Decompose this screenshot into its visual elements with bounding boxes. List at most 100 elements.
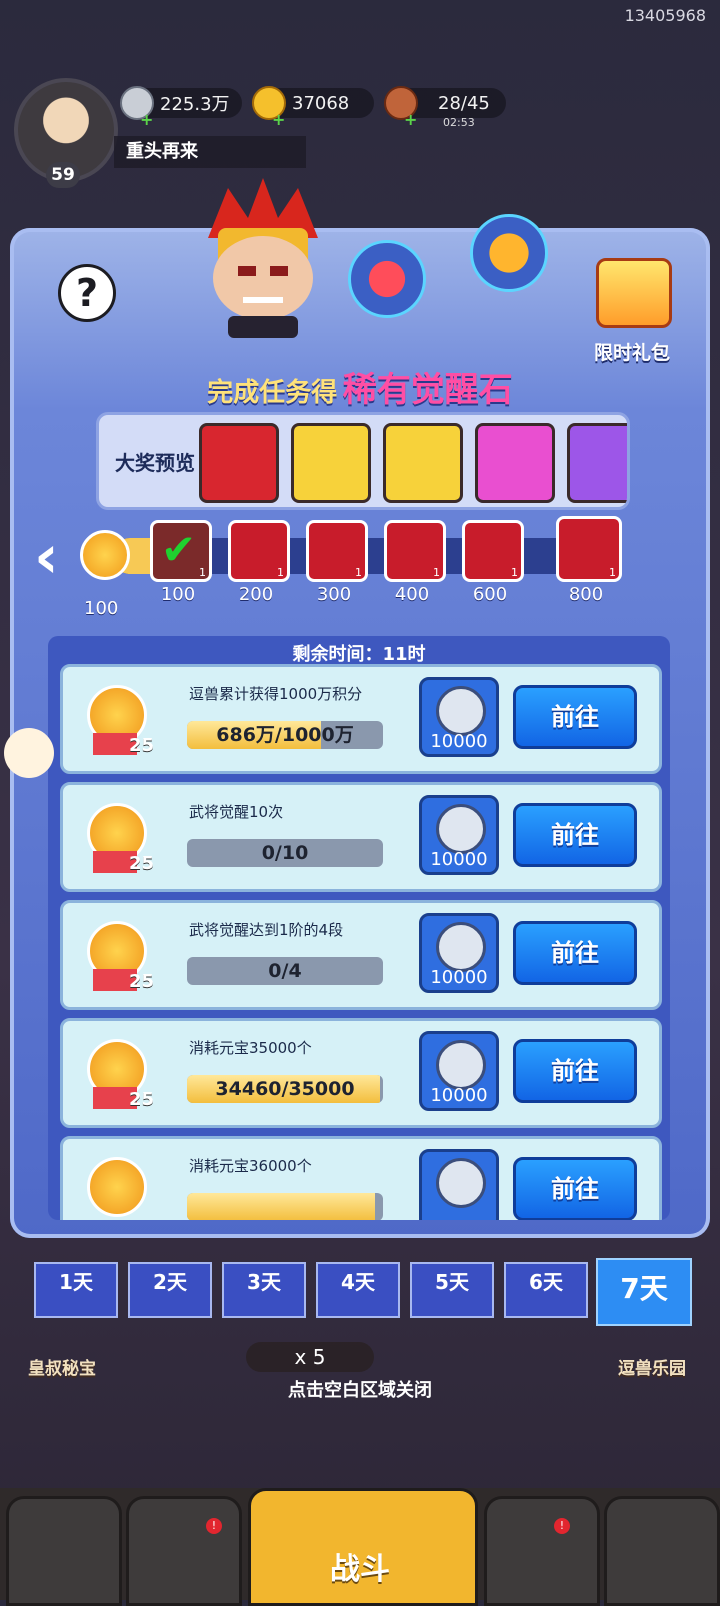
back-arrow-icon[interactable]: ‹ [34,524,74,590]
go-button[interactable]: 前往 [513,803,637,867]
tab-day-5[interactable]: 5天 [410,1262,494,1318]
task-progress-text: 0/10 [261,842,309,864]
task-progress-fill [187,1193,376,1220]
hero-character-illustration [208,178,318,338]
reward-silver-coins[interactable] [419,1149,499,1220]
task-row: 25 逗兽累计获得1000万积分 686万/1000万 10000 前往 [60,664,662,774]
milestone-count: 1 [433,566,440,579]
reward-silver-coins[interactable]: 10000 [419,677,499,757]
reward-quantity: 10000 [430,731,488,752]
add-silver-icon[interactable]: + [140,110,153,129]
task-row: 消耗元宝36000个 前往 [60,1136,662,1220]
task-progress-bar: 0/10 [187,839,383,867]
reward-silver-coins[interactable]: 10000 [419,913,499,993]
nav-fight-label: 战斗 [330,1552,390,1587]
reward-silver-coins[interactable]: 10000 [419,795,499,875]
milestone-reward-chest[interactable]: 1 [556,516,622,582]
task-progress-text: 34460/35000 [215,1078,355,1100]
player-level: 59 [46,162,80,188]
red-awakening-stone-icon [348,240,426,318]
tab-day-7[interactable]: 7天 [596,1258,692,1326]
remaining-time: 剩余时间：11时 [292,644,426,665]
milestone-reward-chest[interactable]: 1 [228,520,290,582]
restart-label[interactable]: 重头再来 [114,136,306,168]
tab-day-2[interactable]: 2天 [128,1262,212,1318]
hero-portrait-prize-1[interactable] [291,423,371,503]
tab-day-6[interactable]: 6天 [504,1262,588,1318]
treasure-chest-icon[interactable] [596,258,672,328]
task-description: 消耗元宝36000个 [189,1157,312,1175]
task-progress-bar: 686万/1000万 [187,721,383,749]
task-progress-bar: 0/4 [187,957,383,985]
task-description: 消耗元宝35000个 [189,1039,312,1057]
go-button[interactable]: 前往 [513,1157,637,1220]
milestone-count: 1 [609,566,616,579]
silver-coin-icon [436,1158,486,1208]
task-progress-text: 0/4 [268,960,302,982]
nav-upgrade[interactable] [604,1496,720,1606]
milestone-count: 1 [199,566,206,579]
silver-coin-icon [436,1040,486,1090]
orange-awakening-stone-icon [470,214,548,292]
nav-shop[interactable] [6,1496,122,1606]
milestone-reward-sword[interactable]: 1 [306,520,368,582]
silver-coin-icon [436,922,486,972]
task-progress-bar: 34460/35000 [187,1075,383,1103]
milestone-value: 400 [394,584,430,605]
stamina-resource[interactable]: 28/45 + [384,86,506,129]
hero-portrait-prize-2[interactable] [383,423,463,503]
reward-quantity: 10000 [430,849,488,870]
notification-badge: ! [206,1518,222,1534]
notification-badge: ! [554,1518,570,1534]
tab-day-3[interactable]: 3天 [222,1262,306,1318]
go-button[interactable]: 前往 [513,685,637,749]
reward-silver-coins[interactable]: 10000 [419,1031,499,1111]
task-description: 武将觉醒10次 [189,803,284,821]
milestone-value: 100 [160,584,196,605]
silver-amount: 225.3万 [160,94,230,115]
milestone-value: 300 [316,584,352,605]
task-points: 25 [129,1089,155,1110]
nav-heroes[interactable] [484,1496,600,1606]
hero-portrait-prize-3[interactable] [475,423,555,503]
puzzle-piece-prize-icon[interactable] [199,423,279,503]
close-hint[interactable]: 点击空白区域关闭 [0,1376,720,1402]
milestone-count: 1 [355,566,362,579]
event-title-prefix: 完成任务得 [207,378,338,408]
milestone-reward-chest[interactable]: 1 [384,520,446,582]
milestone-count: 1 [277,566,284,579]
tab-day-4[interactable]: 4天 [316,1262,400,1318]
add-stamina-icon[interactable]: + [404,110,417,129]
silver-resource[interactable]: 225.3万 + [120,86,242,129]
nav-equipment[interactable] [126,1496,242,1606]
milestone-value: 600 [472,584,508,605]
reward-quantity: 10000 [430,967,488,988]
gold-resource[interactable]: 37068 + [252,86,374,129]
hero-portrait-prize-4[interactable] [567,423,627,503]
grand-prize-preview: 大奖预览 [96,412,630,510]
milestone-value: 200 [238,584,274,605]
add-gold-icon[interactable]: + [272,110,285,129]
fight-cost: x 5 [246,1342,374,1372]
milestone-reward-chest[interactable]: ✔ 1 [150,520,212,582]
star-medal-icon [80,530,130,580]
gamepad-icon[interactable] [4,728,54,778]
go-button[interactable]: 前往 [513,1039,637,1103]
gold-amount: 37068 [292,92,350,114]
go-button[interactable]: 前往 [513,921,637,985]
task-description: 武将觉醒达到1阶的4段 [189,921,344,939]
silver-coin-icon [436,686,486,736]
milestone-reward-chest[interactable]: 1 [462,520,524,582]
limited-gift-pack-label[interactable]: 限时礼包 [588,338,676,365]
task-progress-bar [187,1193,383,1220]
tab-day-1[interactable]: 1天 [34,1262,118,1318]
help-button[interactable]: ? [58,264,116,322]
milestone-count: 1 [511,566,518,579]
task-list[interactable]: 剩余时间：11时 25 逗兽累计获得1000万积分 686万/1000万 100… [48,636,670,1220]
stamina-timer: 02:53 [443,116,475,129]
check-icon: ✔ [161,525,197,574]
task-points: 25 [129,971,155,992]
task-row: 25 武将觉醒达到1阶的4段 0/4 10000 前往 [60,900,662,1010]
task-points: 25 [129,853,155,874]
event-title: 完成任务得 稀有觉醒石 [0,362,720,411]
